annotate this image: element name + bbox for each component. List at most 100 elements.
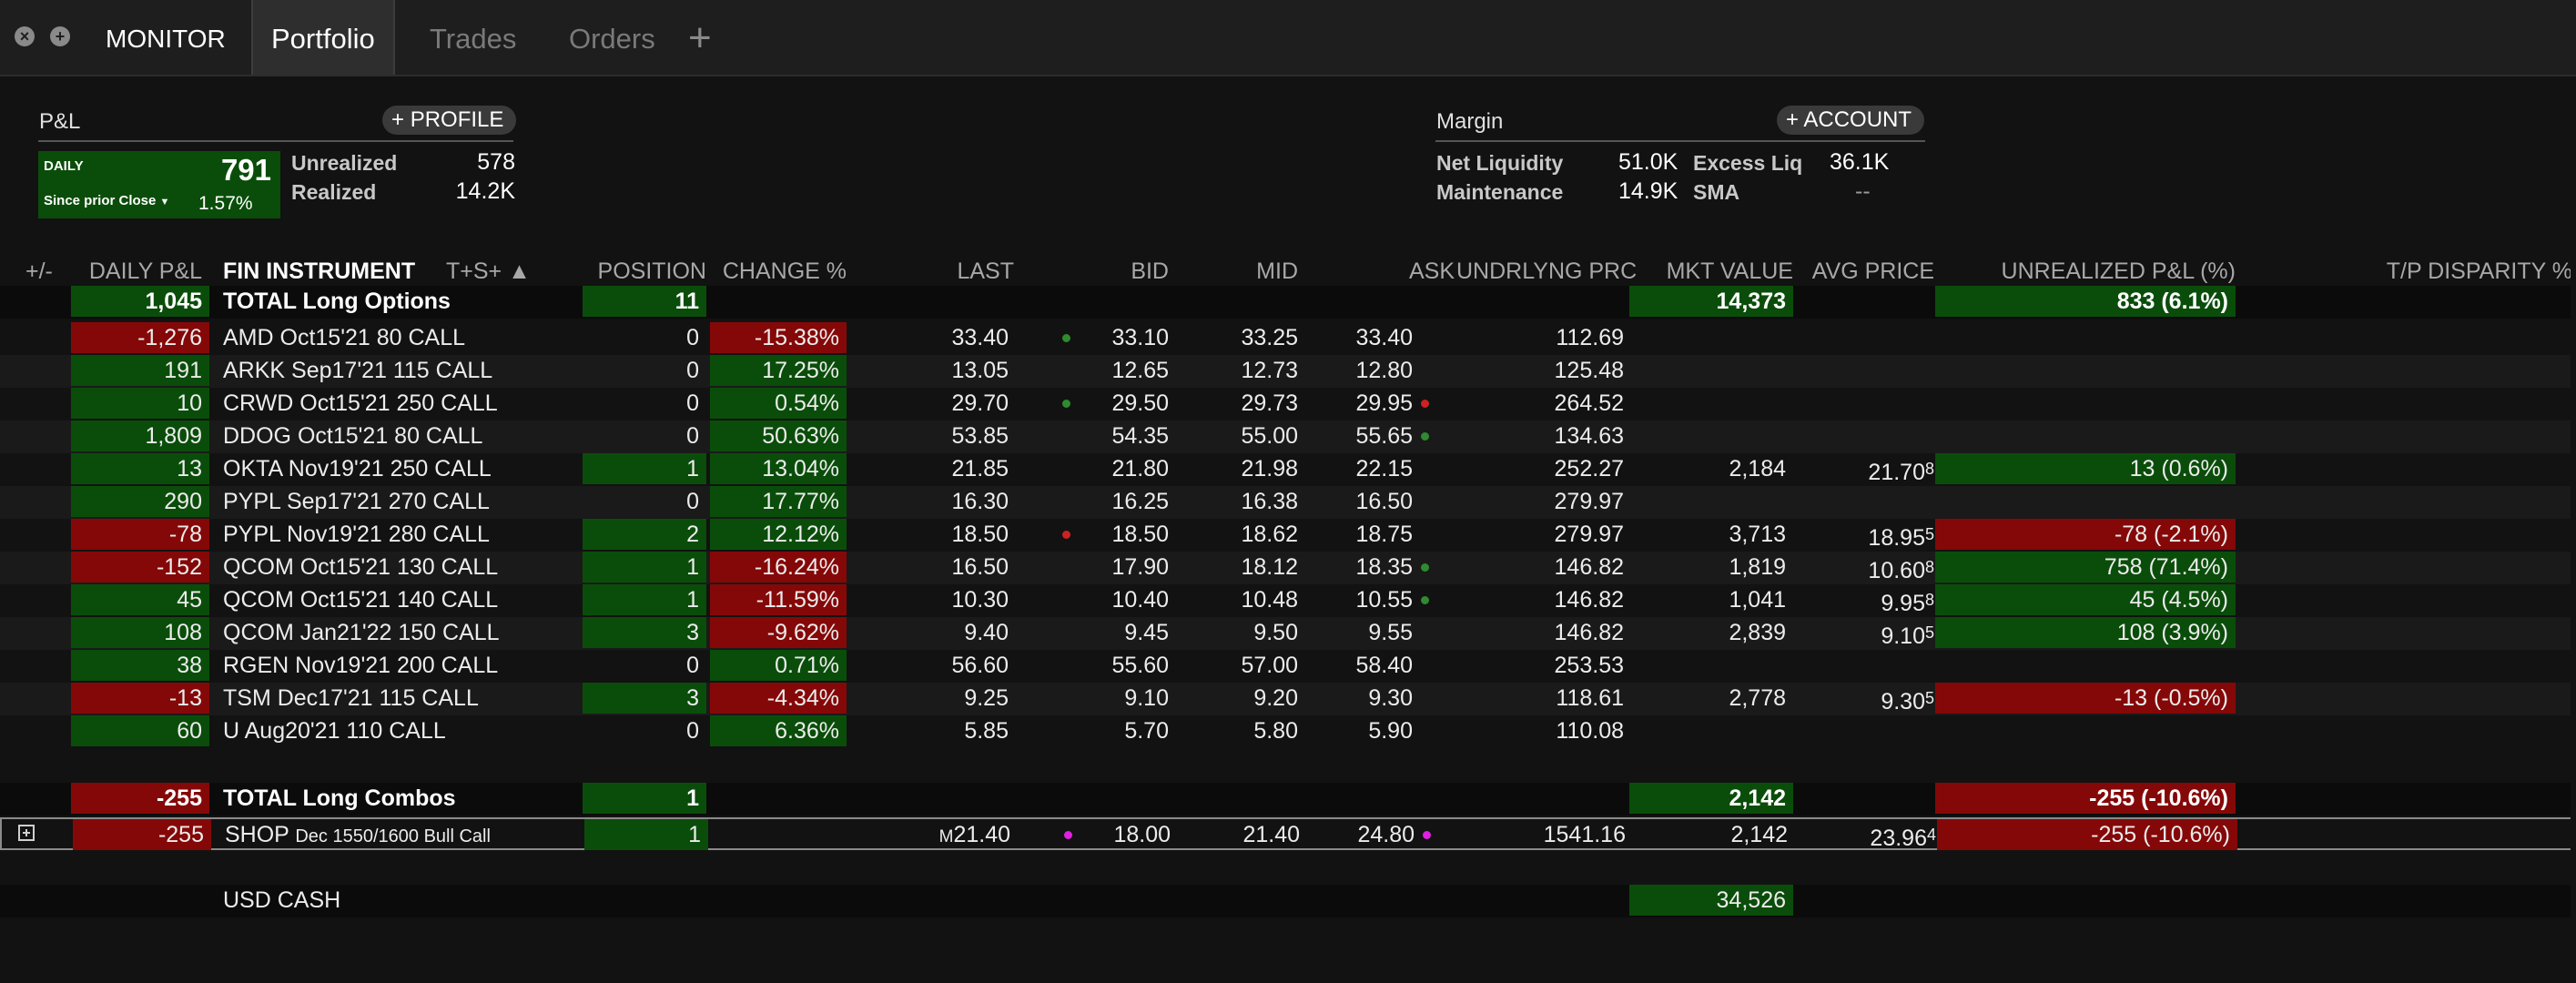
row-underlying: 118.61 xyxy=(1556,685,1624,711)
since-prior-close-dropdown[interactable]: Since prior Close ▼ xyxy=(44,193,169,208)
table-row[interactable]: 290 PYPL Sep17'21 270 CALL 0 17.77% 16.30 16.… xyxy=(0,486,2576,519)
restore-window-icon[interactable]: + xyxy=(50,26,70,46)
row-underlying: 264.52 xyxy=(1554,390,1624,416)
tab-bar: × + MONITOR Portfolio Trades Orders + xyxy=(0,0,2576,76)
table-scrollbar[interactable] xyxy=(2571,258,2576,959)
row-instrument: QCOM Oct15'21 140 CALL xyxy=(223,587,499,613)
header-undrlyng-prc[interactable]: UNDRLYNG PRC xyxy=(1456,258,1637,285)
row-avg-fraction: 5 xyxy=(1924,689,1934,707)
row-instrument: U Aug20'21 110 CALL xyxy=(223,718,446,744)
plus-icon: + xyxy=(1786,107,1804,132)
row-mkt-value xyxy=(1629,421,1786,451)
row-avg-value: 21.70 xyxy=(1868,460,1925,485)
row-ask: 5.90 xyxy=(1368,718,1413,744)
combo-avg-value: 23.96 xyxy=(1870,826,1927,851)
row-position: 0 xyxy=(686,325,699,350)
header-unrealized-pnl[interactable]: UNREALIZED P&L (%) xyxy=(1948,258,2236,285)
account-button-label: ACCOUNT xyxy=(1803,107,1912,132)
total-long-options-row[interactable]: 1,045 TOTAL Long Options 11 14,373 833 (6.1%… xyxy=(0,286,2576,319)
row-avg-price xyxy=(1798,650,1934,681)
header-fin-instrument[interactable]: FIN INSTRUMENT xyxy=(223,258,415,285)
tab-orders[interactable]: Orders xyxy=(551,0,674,75)
row-mid: 55.00 xyxy=(1241,423,1298,449)
options-total-position: 11 xyxy=(583,286,706,317)
table-row[interactable]: 1,809 DDOG Oct15'21 80 CALL 0 50.63% 53.85 54… xyxy=(0,421,2576,453)
row-avg-value: 10.60 xyxy=(1868,558,1925,583)
table-row[interactable]: 45 QCOM Oct15'21 140 CALL 1 -11.59% 10.30 10.… xyxy=(0,584,2576,617)
row-bid: 5.70 xyxy=(1124,718,1169,744)
portfolio-window: × + MONITOR Portfolio Trades Orders + P&… xyxy=(0,0,2576,983)
row-change: 0.54% xyxy=(710,388,847,419)
table-row[interactable]: 108 QCOM Jan21'22 150 CALL 3 -9.62% 9.40 9.45… xyxy=(0,617,2576,650)
header-avg-price[interactable]: AVG PRICE xyxy=(1798,258,1934,285)
row-mkt-value xyxy=(1629,715,1786,746)
row-position: 1 xyxy=(583,552,706,583)
row-instrument: DDOG Oct15'21 80 CALL xyxy=(223,423,483,449)
header-mid[interactable]: MID xyxy=(1174,258,1298,285)
header-daily-pnl[interactable]: DAILY P&L xyxy=(71,258,202,285)
table-row[interactable]: -13 TSM Dec17'21 115 CALL 3 -4.34% 9.25 9.10 9… xyxy=(0,683,2576,715)
table-row[interactable]: -1,276 AMD Oct15'21 80 CALL 0 -15.38% 33.40 3… xyxy=(0,322,2576,355)
tab-monitor[interactable]: MONITOR xyxy=(87,0,244,75)
account-button[interactable]: + ACCOUNT xyxy=(1777,106,1925,135)
row-avg-price: 21.708 xyxy=(1798,453,1934,485)
header-tp-disparity[interactable]: T/P DISPARITY % xyxy=(2348,258,2572,285)
combo-description: Dec 1550/1600 Bull Call xyxy=(295,826,491,846)
row-daily-pnl: 290 xyxy=(71,486,209,517)
row-avg-fraction: 5 xyxy=(1924,525,1934,543)
tab-trades[interactable]: Trades xyxy=(411,0,534,75)
header-plus-minus[interactable]: +/- xyxy=(25,258,53,285)
row-mid: 29.73 xyxy=(1241,390,1298,416)
row-mid: 57.00 xyxy=(1241,653,1298,678)
combo-row-shop[interactable]: -255 SHOP Dec 1550/1600 Bull Call 1 M21.… xyxy=(0,817,2572,851)
row-mid: 9.20 xyxy=(1253,685,1298,711)
header-position[interactable]: POSITION xyxy=(583,258,706,285)
row-avg-fraction: 5 xyxy=(1924,623,1934,642)
row-avg-fraction: 8 xyxy=(1924,558,1934,576)
row-avg-price: 9.305 xyxy=(1798,683,1934,714)
realized-label: Realized xyxy=(291,180,377,204)
table-row[interactable]: 38 RGEN Nov19'21 200 CALL 0 0.71% 56.60 55.60… xyxy=(0,650,2576,683)
pnl-divider xyxy=(38,140,513,142)
table-row[interactable]: 13 OKTA Nov19'21 250 CALL 1 13.04% 21.85 21.8… xyxy=(0,453,2576,486)
row-avg-price: 9.105 xyxy=(1798,617,1934,649)
table-row[interactable]: 60 U Aug20'21 110 CALL 0 6.36% 5.85 5.70 5.80 5… xyxy=(0,715,2576,748)
total-long-combos-row[interactable]: -255 TOTAL Long Combos 1 2,142 -255 (-10… xyxy=(0,783,2576,816)
cash-value: 34,526 xyxy=(1629,885,1793,916)
profile-button[interactable]: + PROFILE xyxy=(382,106,517,135)
row-position: 3 xyxy=(583,683,706,714)
row-mid: 12.73 xyxy=(1241,358,1298,383)
tab-portfolio[interactable]: Portfolio xyxy=(251,0,395,75)
row-instrument: PYPL Sep17'21 270 CALL xyxy=(223,489,490,514)
close-window-icon[interactable]: × xyxy=(15,26,35,46)
ask-indicator-dot xyxy=(1423,831,1431,839)
row-avg-value: 9.95 xyxy=(1881,591,1925,616)
row-change: -11.59% xyxy=(710,584,847,615)
header-change[interactable]: CHANGE % xyxy=(710,258,847,285)
row-change: 0.71% xyxy=(710,650,847,681)
table-row[interactable]: 10 CRWD Oct15'21 250 CALL 0 0.54% 29.70 29.50… xyxy=(0,388,2576,421)
table-row[interactable]: -152 QCOM Oct15'21 130 CALL 1 -16.24% 16.50 1… xyxy=(0,552,2576,584)
row-change: -4.34% xyxy=(710,683,847,714)
row-daily-pnl: 108 xyxy=(71,617,209,648)
header-sort-ts[interactable]: T+S+ ▲ xyxy=(446,258,531,285)
expand-combo-icon[interactable] xyxy=(18,825,35,841)
row-bid: 17.90 xyxy=(1111,554,1169,580)
row-avg-price xyxy=(1798,388,1934,419)
ask-indicator-dot xyxy=(1421,596,1429,604)
header-mkt-value[interactable]: MKT VALUE xyxy=(1629,258,1793,285)
row-avg-value: 9.10 xyxy=(1881,623,1925,649)
combo-unrealized: -255 (-10.6%) xyxy=(1937,819,2237,850)
usd-cash-row[interactable]: USD CASH 34,526 xyxy=(0,885,2576,917)
header-last[interactable]: LAST xyxy=(847,258,1014,285)
table-row[interactable]: -78 PYPL Nov19'21 280 CALL 2 12.12% 18.50 18.… xyxy=(0,519,2576,552)
header-bid[interactable]: BID xyxy=(1038,258,1169,285)
combo-last-value: 21.40 xyxy=(953,822,1010,847)
options-total-unrealized: 833 (6.1%) xyxy=(1935,286,2236,317)
header-ask[interactable]: ASK xyxy=(1302,258,1455,285)
row-avg-fraction: 8 xyxy=(1924,460,1934,478)
row-change: 6.36% xyxy=(710,715,847,746)
table-row[interactable]: 191 ARKK Sep17'21 115 CALL 0 17.25% 13.05 12.… xyxy=(0,355,2576,388)
add-tab-button[interactable]: + xyxy=(688,0,712,75)
row-last: 18.50 xyxy=(951,522,1009,547)
